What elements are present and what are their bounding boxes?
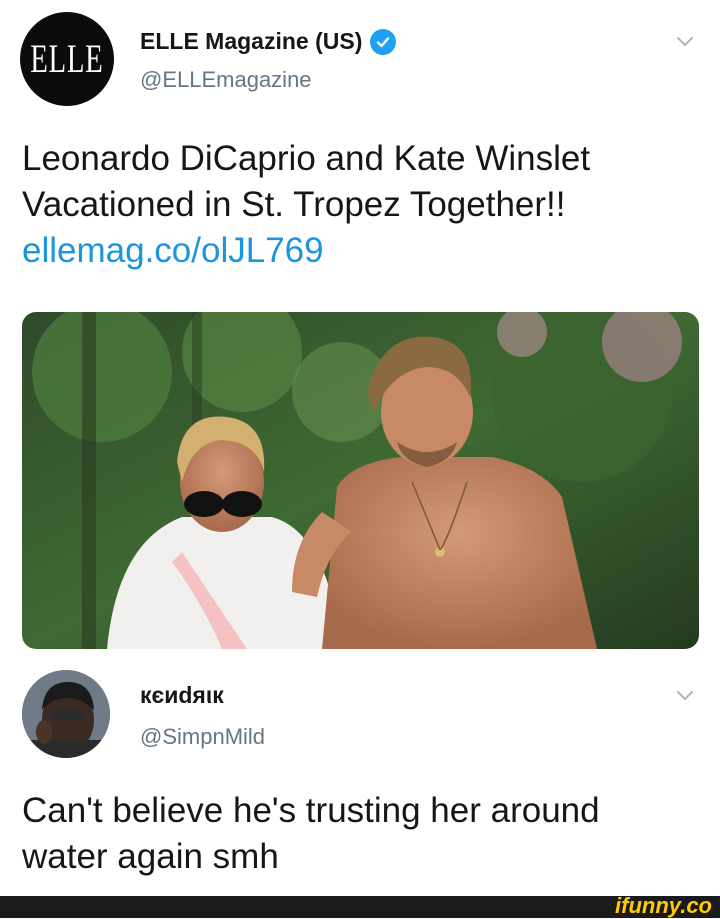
reply-tweet-text: Can't believe he's trusting her around w…	[22, 788, 702, 880]
author-name-row[interactable]: ELLE Magazine (US)	[140, 28, 397, 55]
reply-avatar-image	[22, 670, 110, 758]
verified-badge-icon	[370, 28, 397, 55]
ifunny-watermark: ifunny.co	[615, 893, 712, 918]
tweet-text-line-1: Leonardo DiCaprio and Kate Winslet	[22, 139, 591, 178]
reply-tweet: кєиdяιк @SimpnMild Can't believe he's tr…	[0, 660, 720, 896]
tweet-text-line-2: Vacationed in St. Tropez Together!!	[22, 185, 566, 224]
reply-avatar[interactable]	[22, 670, 110, 758]
reply-text-line-1: Can't believe he's trusting her around	[22, 791, 600, 830]
elle-avatar[interactable]: ELLE	[20, 12, 114, 106]
tweet-link[interactable]: ellemag.co/olJL769	[22, 228, 702, 274]
chevron-down-icon[interactable]	[674, 684, 696, 706]
reply-text-line-2: water again smh	[22, 837, 279, 876]
elle-tweet: ELLE ELLE Magazine (US) @ELLEmagazine Le…	[0, 0, 720, 660]
reply-author-display-name[interactable]: кєиdяιк	[140, 682, 224, 709]
elle-logo-text: ELLE	[30, 36, 104, 81]
watermark-bar: ifunny.co	[0, 893, 720, 918]
reply-author-name-row[interactable]: кєиdяιк	[140, 682, 224, 709]
reply-author-handle[interactable]: @SimpnMild	[140, 724, 265, 750]
author-display-name[interactable]: ELLE Magazine (US)	[140, 28, 362, 55]
author-handle[interactable]: @ELLEmagazine	[140, 67, 312, 93]
chevron-down-icon[interactable]	[674, 30, 696, 52]
tweet-photo-image	[22, 312, 699, 649]
tweet-text: Leonardo DiCaprio and Kate Winslet Vacat…	[22, 136, 702, 274]
tweet-photo[interactable]	[22, 312, 699, 649]
